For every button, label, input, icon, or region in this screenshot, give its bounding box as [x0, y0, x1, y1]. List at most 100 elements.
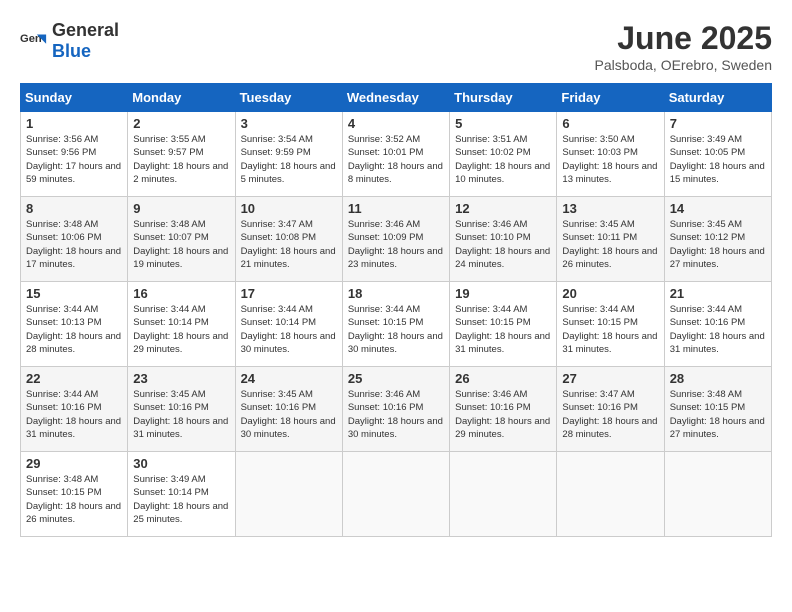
calendar-cell — [235, 452, 342, 537]
calendar-cell: 18 Sunrise: 3:44 AMSunset: 10:15 PMDaylig… — [342, 282, 449, 367]
day-number: 19 — [455, 286, 551, 301]
day-number: 1 — [26, 116, 122, 131]
calendar-cell: 14Sunrise: 3:45 AMSunset: 10:12 PMDaylig… — [664, 197, 771, 282]
header-saturday: Saturday — [664, 84, 771, 112]
day-number: 5 — [455, 116, 551, 131]
calendar-cell: 4 Sunrise: 3:52 AMSunset: 10:01 PMDayligh… — [342, 112, 449, 197]
day-info: Sunrise: 3:49 AMSunset: 10:14 PMDaylight… — [133, 473, 229, 526]
day-info: Sunrise: 3:46 AMSunset: 10:16 PMDaylight… — [455, 388, 551, 441]
calendar-body: 1Sunrise: 3:56 AMSunset: 9:56 PMDaylight… — [21, 112, 772, 537]
day-number: 8 — [26, 201, 122, 216]
calendar-cell: 9 Sunrise: 3:48 AMSunset: 10:07 PMDayligh… — [128, 197, 235, 282]
calendar-title: June 2025 — [595, 20, 772, 57]
calendar-cell: 30 Sunrise: 3:49 AMSunset: 10:14 PMDaylig… — [128, 452, 235, 537]
day-number: 20 — [562, 286, 658, 301]
day-info: Sunrise: 3:50 AMSunset: 10:03 PMDaylight… — [562, 133, 658, 186]
calendar-cell: 8 Sunrise: 3:48 AMSunset: 10:06 PMDayligh… — [21, 197, 128, 282]
title-area: June 2025 Palsboda, OErebro, Sweden — [595, 20, 772, 73]
day-number: 13 — [562, 201, 658, 216]
day-number: 24 — [241, 371, 337, 386]
day-info: Sunrise: 3:52 AMSunset: 10:01 PMDaylight… — [348, 133, 444, 186]
calendar-week-4: 22Sunrise: 3:44 AMSunset: 10:16 PMDaylig… — [21, 367, 772, 452]
calendar-cell: 25 Sunrise: 3:46 AMSunset: 10:16 PMDaylig… — [342, 367, 449, 452]
calendar-cell: 29 Sunrise: 3:48 AMSunset: 10:15 PMDaylig… — [21, 452, 128, 537]
day-info: Sunrise: 3:48 AMSunset: 10:15 PMDaylight… — [670, 388, 766, 441]
calendar-cell: 13 Sunrise: 3:45 AMSunset: 10:11 PMDaylig… — [557, 197, 664, 282]
calendar-cell: 24 Sunrise: 3:45 AMSunset: 10:16 PMDaylig… — [235, 367, 342, 452]
day-info: Sunrise: 3:47 AMSunset: 10:08 PMDaylight… — [241, 218, 337, 271]
day-info: Sunrise: 3:48 AMSunset: 10:06 PMDaylight… — [26, 218, 122, 271]
day-number: 9 — [133, 201, 229, 216]
day-number: 7 — [670, 116, 766, 131]
day-number: 21 — [670, 286, 766, 301]
day-info: Sunrise: 3:46 AMSunset: 10:09 PMDaylight… — [348, 218, 444, 271]
header-monday: Monday — [128, 84, 235, 112]
header: Gen General Blue June 2025 Palsboda, OEr… — [20, 20, 772, 73]
day-info: Sunrise: 3:45 AMSunset: 10:12 PMDaylight… — [670, 218, 766, 271]
day-number: 6 — [562, 116, 658, 131]
day-number: 4 — [348, 116, 444, 131]
day-number: 23 — [133, 371, 229, 386]
day-info: Sunrise: 3:44 AMSunset: 10:15 PMDaylight… — [562, 303, 658, 356]
calendar-cell: 2Sunrise: 3:55 AMSunset: 9:57 PMDaylight… — [128, 112, 235, 197]
day-info: Sunrise: 3:48 AMSunset: 10:07 PMDaylight… — [133, 218, 229, 271]
day-info: Sunrise: 3:55 AMSunset: 9:57 PMDaylight:… — [133, 133, 229, 186]
day-info: Sunrise: 3:51 AMSunset: 10:02 PMDaylight… — [455, 133, 551, 186]
header-tuesday: Tuesday — [235, 84, 342, 112]
day-number: 18 — [348, 286, 444, 301]
day-info: Sunrise: 3:46 AMSunset: 10:10 PMDaylight… — [455, 218, 551, 271]
day-number: 29 — [26, 456, 122, 471]
calendar-cell: 15 Sunrise: 3:44 AMSunset: 10:13 PMDaylig… — [21, 282, 128, 367]
day-info: Sunrise: 3:46 AMSunset: 10:16 PMDaylight… — [348, 388, 444, 441]
day-info: Sunrise: 3:44 AMSunset: 10:14 PMDaylight… — [241, 303, 337, 356]
calendar-cell: 26 Sunrise: 3:46 AMSunset: 10:16 PMDaylig… — [450, 367, 557, 452]
day-number: 25 — [348, 371, 444, 386]
calendar-cell: 12Sunrise: 3:46 AMSunset: 10:10 PMDaylig… — [450, 197, 557, 282]
day-info: Sunrise: 3:44 AMSunset: 10:15 PMDaylight… — [455, 303, 551, 356]
day-info: Sunrise: 3:45 AMSunset: 10:16 PMDaylight… — [241, 388, 337, 441]
calendar-cell: 16 Sunrise: 3:44 AMSunset: 10:14 PMDaylig… — [128, 282, 235, 367]
calendar-cell — [450, 452, 557, 537]
header-thursday: Thursday — [450, 84, 557, 112]
day-number: 17 — [241, 286, 337, 301]
calendar-cell: 27Sunrise: 3:47 AMSunset: 10:16 PMDaylig… — [557, 367, 664, 452]
day-number: 30 — [133, 456, 229, 471]
calendar-cell: 5 Sunrise: 3:51 AMSunset: 10:02 PMDayligh… — [450, 112, 557, 197]
calendar-cell: 20 Sunrise: 3:44 AMSunset: 10:15 PMDaylig… — [557, 282, 664, 367]
day-number: 22 — [26, 371, 122, 386]
day-info: Sunrise: 3:47 AMSunset: 10:16 PMDaylight… — [562, 388, 658, 441]
calendar-cell — [557, 452, 664, 537]
header-friday: Friday — [557, 84, 664, 112]
day-info: Sunrise: 3:45 AMSunset: 10:11 PMDaylight… — [562, 218, 658, 271]
header-sunday: Sunday — [21, 84, 128, 112]
day-info: Sunrise: 3:54 AMSunset: 9:59 PMDaylight:… — [241, 133, 337, 186]
calendar-cell: 28Sunrise: 3:48 AMSunset: 10:15 PMDaylig… — [664, 367, 771, 452]
day-info: Sunrise: 3:44 AMSunset: 10:16 PMDaylight… — [670, 303, 766, 356]
day-info: Sunrise: 3:44 AMSunset: 10:13 PMDaylight… — [26, 303, 122, 356]
calendar-header: Sunday Monday Tuesday Wednesday Thursday… — [21, 84, 772, 112]
calendar-cell: 11 Sunrise: 3:46 AMSunset: 10:09 PMDaylig… — [342, 197, 449, 282]
calendar-table: Sunday Monday Tuesday Wednesday Thursday… — [20, 83, 772, 537]
calendar-week-1: 1Sunrise: 3:56 AMSunset: 9:56 PMDaylight… — [21, 112, 772, 197]
day-info: Sunrise: 3:44 AMSunset: 10:15 PMDaylight… — [348, 303, 444, 356]
day-number: 26 — [455, 371, 551, 386]
calendar-cell: 22Sunrise: 3:44 AMSunset: 10:16 PMDaylig… — [21, 367, 128, 452]
day-number: 15 — [26, 286, 122, 301]
calendar-week-5: 29 Sunrise: 3:48 AMSunset: 10:15 PMDaylig… — [21, 452, 772, 537]
day-number: 11 — [348, 201, 444, 216]
logo: Gen General Blue — [20, 20, 119, 62]
calendar-subtitle: Palsboda, OErebro, Sweden — [595, 57, 772, 73]
day-info: Sunrise: 3:48 AMSunset: 10:15 PMDaylight… — [26, 473, 122, 526]
day-number: 16 — [133, 286, 229, 301]
day-number: 3 — [241, 116, 337, 131]
calendar-cell: 21 Sunrise: 3:44 AMSunset: 10:16 PMDaylig… — [664, 282, 771, 367]
day-info: Sunrise: 3:44 AMSunset: 10:14 PMDaylight… — [133, 303, 229, 356]
logo-blue: Blue — [52, 41, 91, 61]
calendar-cell: 19 Sunrise: 3:44 AMSunset: 10:15 PMDaylig… — [450, 282, 557, 367]
day-info: Sunrise: 3:49 AMSunset: 10:05 PMDaylight… — [670, 133, 766, 186]
header-row: Sunday Monday Tuesday Wednesday Thursday… — [21, 84, 772, 112]
calendar-cell — [664, 452, 771, 537]
calendar-cell — [342, 452, 449, 537]
header-wednesday: Wednesday — [342, 84, 449, 112]
calendar-cell: 10Sunrise: 3:47 AMSunset: 10:08 PMDaylig… — [235, 197, 342, 282]
